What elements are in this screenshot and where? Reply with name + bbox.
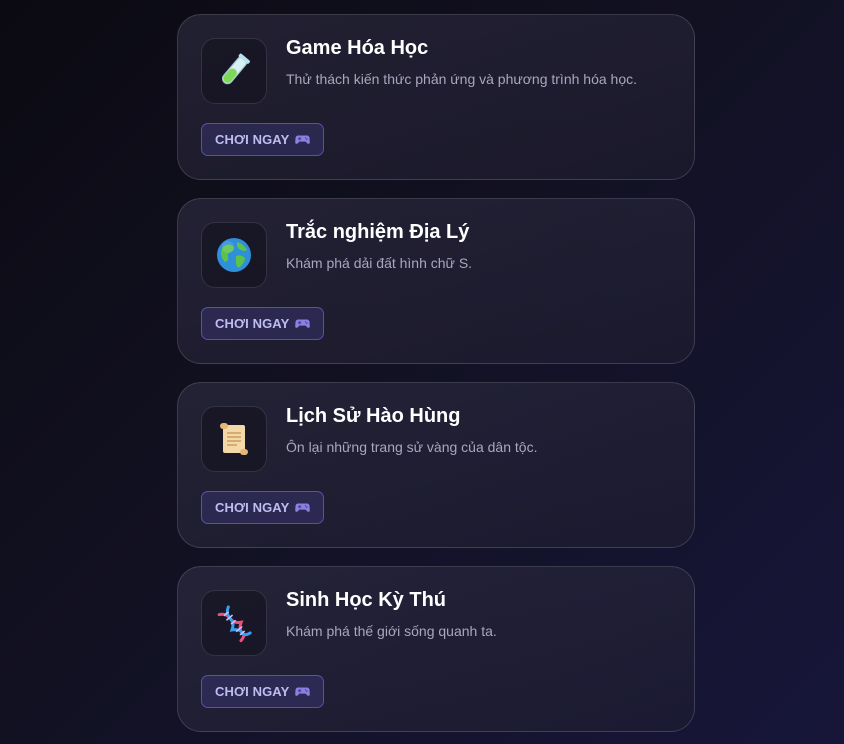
game-controller-icon [295, 135, 311, 144]
scroll-icon [220, 423, 248, 455]
card-title: Sinh Học Kỳ Thú [286, 589, 446, 611]
play-now-label: CHƠI NGAY [215, 132, 290, 147]
globe-icon [217, 238, 251, 272]
play-now-button[interactable]: CHƠI NGAY [201, 123, 325, 156]
play-now-button[interactable]: CHƠI NGAY [201, 307, 325, 340]
game-card-list: Game Hóa Học Thử thách kiến thức phản ứn… [177, 14, 695, 744]
card-icon-box [201, 406, 267, 472]
card-title: Game Hóa Học [286, 37, 429, 59]
play-now-button[interactable]: CHƠI NGAY [201, 491, 325, 524]
card-description: Ôn lại những trang sử vàng của dân tộc. [286, 439, 538, 455]
game-controller-icon [295, 319, 311, 328]
game-card-chemistry[interactable]: Game Hóa Học Thử thách kiến thức phản ứn… [177, 14, 695, 180]
test-tube-icon [221, 53, 250, 85]
game-card-biology[interactable]: Sinh Học Kỳ Thú Khám phá thế giới sống q… [177, 566, 695, 732]
card-description: Thử thách kiến thức phản ứng và phương t… [286, 71, 637, 87]
game-card-geography[interactable]: Trắc nghiệm Địa Lý Khám phá dải đất hình… [177, 198, 695, 364]
card-description: Khám phá thế giới sống quanh ta. [286, 623, 497, 639]
game-card-history[interactable]: Lịch Sử Hào Hùng Ôn lại những trang sử v… [177, 382, 695, 548]
game-controller-icon [295, 503, 311, 512]
card-icon-box [201, 222, 267, 288]
card-description: Khám phá dải đất hình chữ S. [286, 255, 473, 271]
card-title: Lịch Sử Hào Hùng [286, 405, 461, 427]
play-now-label: CHƠI NGAY [215, 684, 290, 699]
play-now-button[interactable]: CHƠI NGAY [201, 675, 325, 708]
game-controller-icon [295, 687, 311, 696]
play-now-label: CHƠI NGAY [215, 500, 290, 515]
card-icon-box [201, 590, 267, 656]
dna-icon [217, 605, 252, 643]
card-icon-box [201, 38, 267, 104]
play-now-label: CHƠI NGAY [215, 316, 290, 331]
card-title: Trắc nghiệm Địa Lý [286, 221, 470, 243]
